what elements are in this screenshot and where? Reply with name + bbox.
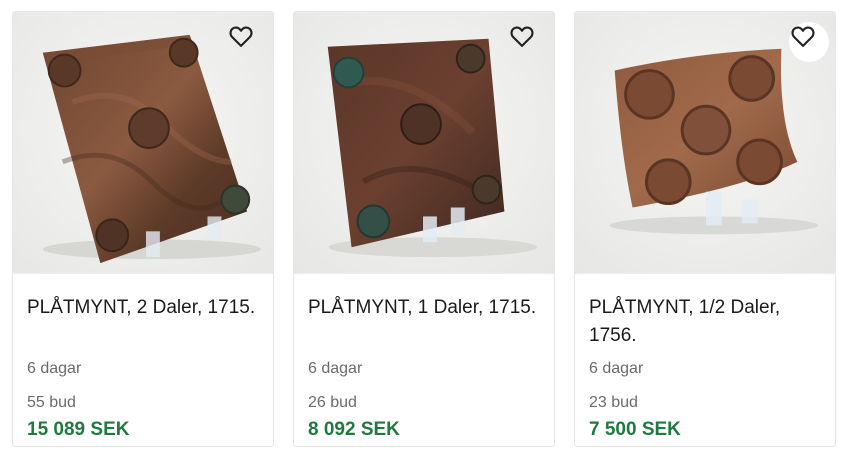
listing-card[interactable]: PLÅTMYNT, 2 Daler, 1715. 6 dagar 55 bud … bbox=[12, 11, 274, 447]
favorite-button[interactable] bbox=[227, 22, 267, 62]
listing-title[interactable]: PLÅTMYNT, 2 Daler, 1715. bbox=[27, 294, 259, 322]
current-price: 8 092 SEK bbox=[308, 419, 400, 440]
time-left: 6 dagar bbox=[27, 360, 82, 377]
current-price: 7 500 SEK bbox=[589, 419, 681, 440]
heart-outline-icon bbox=[510, 26, 534, 47]
bid-count: 55 bud bbox=[27, 394, 76, 411]
time-left: 6 dagar bbox=[589, 360, 644, 377]
listing-title[interactable]: PLÅTMYNT, 1/2 Daler, 1756. bbox=[589, 294, 821, 350]
listing-grid: PLÅTMYNT, 2 Daler, 1715. 6 dagar 55 bud … bbox=[0, 0, 857, 463]
heart-outline-icon bbox=[229, 26, 253, 47]
bid-count: 26 bud bbox=[308, 394, 357, 411]
current-price: 15 089 SEK bbox=[27, 419, 130, 440]
listing-card[interactable]: PLÅTMYNT, 1 Daler, 1715. 6 dagar 26 bud … bbox=[293, 11, 555, 447]
time-left: 6 dagar bbox=[308, 360, 363, 377]
listing-info: PLÅTMYNT, 1 Daler, 1715. 6 dagar 26 bud … bbox=[308, 274, 540, 446]
listing-info: PLÅTMYNT, 2 Daler, 1715. 6 dagar 55 bud … bbox=[27, 274, 259, 446]
favorite-button[interactable] bbox=[508, 22, 548, 62]
listing-card[interactable]: PLÅTMYNT, 1/2 Daler, 1756. 6 dagar 23 bu… bbox=[574, 11, 836, 447]
heart-outline-icon bbox=[791, 26, 815, 47]
listing-title[interactable]: PLÅTMYNT, 1 Daler, 1715. bbox=[308, 294, 540, 322]
listing-photo[interactable] bbox=[13, 12, 273, 274]
listing-photo[interactable] bbox=[575, 12, 835, 274]
listing-photo[interactable] bbox=[294, 12, 554, 274]
bid-count: 23 bud bbox=[589, 394, 638, 411]
favorite-button[interactable] bbox=[789, 22, 829, 62]
listing-info: PLÅTMYNT, 1/2 Daler, 1756. 6 dagar 23 bu… bbox=[589, 274, 821, 446]
